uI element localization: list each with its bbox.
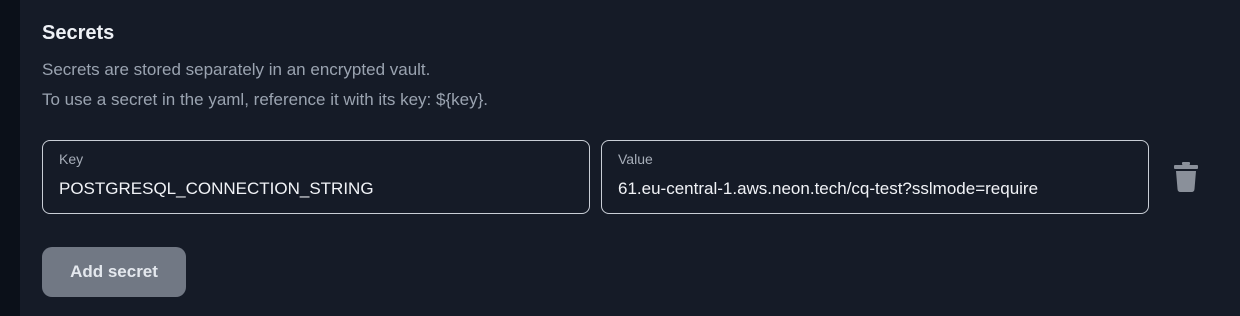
key-field-label: Key <box>59 151 84 167</box>
description-line-1: Secrets are stored separately in an encr… <box>42 60 431 79</box>
secret-value-field[interactable]: Value <box>601 140 1149 214</box>
description-line-2: To use a secret in the yaml, reference i… <box>42 90 488 109</box>
value-field-label: Value <box>618 151 653 167</box>
add-secret-button[interactable]: Add secret <box>42 247 186 297</box>
secret-key-field[interactable]: Key <box>42 140 590 214</box>
secret-value-input[interactable] <box>618 177 1133 201</box>
section-title: Secrets <box>42 22 115 44</box>
secret-key-input[interactable] <box>59 177 574 201</box>
trash-icon[interactable] <box>1174 162 1198 192</box>
secrets-panel: Secrets Secrets are stored separately in… <box>20 0 1240 316</box>
